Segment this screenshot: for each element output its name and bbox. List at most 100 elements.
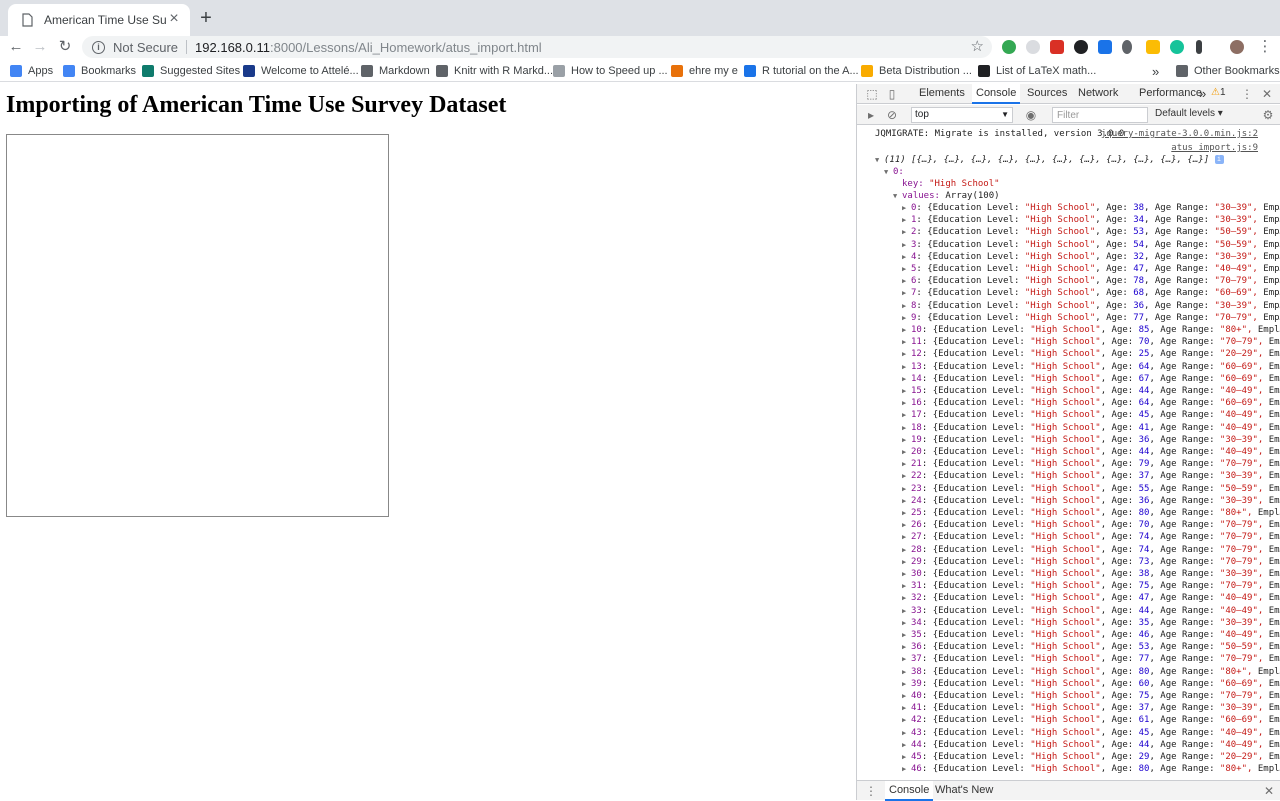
- expand-triangle-icon[interactable]: ▶: [902, 617, 911, 629]
- bookmark-star-icon[interactable]: ☆: [971, 36, 984, 58]
- bookmark-r-tutorial[interactable]: R tutorial on the A...: [744, 63, 859, 79]
- bookmark-ehre[interactable]: ehre my e: [671, 63, 738, 79]
- expand-triangle-icon[interactable]: ▶: [902, 727, 911, 739]
- expand-triangle-icon[interactable]: ▶: [902, 678, 911, 690]
- expand-triangle-icon[interactable]: ▶: [902, 287, 911, 299]
- expand-triangle-icon[interactable]: ▶: [902, 702, 911, 714]
- array-element-row[interactable]: ▶ 38: {Education Level: "High School", Ag…: [857, 666, 1280, 678]
- forward-button[interactable]: →: [30, 36, 50, 58]
- array-summary-row[interactable]: ▼ (11) [{…}, {…}, {…}, {…}, {…}, {…}, {…}…: [857, 154, 1280, 166]
- expand-triangle-icon[interactable]: ▶: [902, 592, 911, 604]
- expand-triangle-icon[interactable]: ▶: [902, 348, 911, 360]
- expand-triangle-icon[interactable]: ▶: [902, 239, 911, 251]
- profile-avatar[interactable]: [1230, 40, 1244, 54]
- array-element-row[interactable]: ▶ 24: {Education Level: "High School", Ag…: [857, 495, 1280, 507]
- sidebar-toggle-icon[interactable]: ▸: [864, 108, 878, 122]
- info-icon[interactable]: i: [1214, 155, 1224, 164]
- context-selector[interactable]: top ▼: [911, 107, 1013, 123]
- expand-triangle-icon[interactable]: ▶: [902, 507, 911, 519]
- array-element-row[interactable]: ▶ 32: {Education Level: "High School", Ag…: [857, 592, 1280, 604]
- drawer-tab-console[interactable]: Console: [885, 781, 934, 801]
- property-row[interactable]: ▼ values: Array(100): [857, 190, 1280, 202]
- array-element-row[interactable]: ▶ 22: {Education Level: "High School", Ag…: [857, 470, 1280, 482]
- expand-triangle-icon[interactable]: ▶: [902, 300, 911, 312]
- array-element-row[interactable]: ▶ 20: {Education Level: "High School", Ag…: [857, 446, 1280, 458]
- array-element-row[interactable]: ▶ 16: {Education Level: "High School", Ag…: [857, 397, 1280, 409]
- tab-performance[interactable]: Performance: [1139, 84, 1202, 104]
- extension-icon[interactable]: [1196, 40, 1202, 54]
- array-element-row[interactable]: ▶ 2: {Education Level: "High School", Age…: [857, 226, 1280, 238]
- bookmark-beta-distribution[interactable]: Beta Distribution ...: [861, 63, 972, 79]
- expand-triangle-icon[interactable]: ▶: [902, 568, 911, 580]
- expand-triangle-icon[interactable]: ▶: [902, 385, 911, 397]
- dropbox-icon[interactable]: [1098, 40, 1112, 54]
- expand-triangle-icon[interactable]: ▼: [893, 190, 902, 202]
- bookmark-markdown[interactable]: Markdown: [361, 63, 430, 79]
- expand-triangle-icon[interactable]: ▶: [902, 495, 911, 507]
- array-element-row[interactable]: ▶ 28: {Education Level: "High School", Ag…: [857, 544, 1280, 556]
- bookmark-attele[interactable]: Welcome to Attelé...: [243, 63, 359, 79]
- bookmark-latex-math[interactable]: List of LaTeX math...: [978, 63, 1096, 79]
- console-filter-input[interactable]: [1052, 107, 1148, 123]
- expand-triangle-icon[interactable]: ▶: [902, 397, 911, 409]
- address-bar[interactable]: i Not Secure 192.168.0.11:8000/Lessons/A…: [82, 36, 992, 58]
- expand-triangle-icon[interactable]: ▶: [902, 739, 911, 751]
- array-index-row[interactable]: ▼ 0:: [857, 166, 1280, 178]
- array-element-row[interactable]: ▶ 39: {Education Level: "High School", Ag…: [857, 678, 1280, 690]
- expand-triangle-icon[interactable]: ▶: [902, 751, 911, 763]
- expand-triangle-icon[interactable]: ▶: [902, 580, 911, 592]
- reload-button[interactable]: ↻: [55, 36, 75, 58]
- array-element-row[interactable]: ▶ 18: {Education Level: "High School", Ag…: [857, 422, 1280, 434]
- array-element-row[interactable]: ▶ 4: {Education Level: "High School", Age…: [857, 251, 1280, 263]
- array-element-row[interactable]: ▶ 30: {Education Level: "High School", Ag…: [857, 568, 1280, 580]
- expand-triangle-icon[interactable]: ▶: [902, 275, 911, 287]
- tab-sources[interactable]: Sources: [1027, 84, 1067, 104]
- inspect-element-icon[interactable]: ⬚: [865, 87, 879, 101]
- extension-icon[interactable]: [1074, 40, 1088, 54]
- more-tabs-button[interactable]: »: [1199, 84, 1206, 104]
- array-element-row[interactable]: ▶ 41: {Education Level: "High School", Ag…: [857, 702, 1280, 714]
- expand-triangle-icon[interactable]: ▶: [902, 470, 911, 482]
- array-element-row[interactable]: ▶ 42: {Education Level: "High School", Ag…: [857, 714, 1280, 726]
- expand-triangle-icon[interactable]: ▶: [902, 531, 911, 543]
- array-element-row[interactable]: ▶ 33: {Education Level: "High School", Ag…: [857, 605, 1280, 617]
- array-element-row[interactable]: ▶ 13: {Education Level: "High School", Ag…: [857, 361, 1280, 373]
- bookmark-knitr[interactable]: Knitr with R Markd...: [436, 63, 553, 79]
- close-devtools-icon[interactable]: ✕: [1260, 87, 1274, 101]
- expand-triangle-icon[interactable]: ▶: [902, 690, 911, 702]
- clear-console-icon[interactable]: ⊘: [885, 108, 899, 122]
- expand-triangle-icon[interactable]: ▶: [902, 653, 911, 665]
- array-element-row[interactable]: ▶ 36: {Education Level: "High School", Ag…: [857, 641, 1280, 653]
- array-element-row[interactable]: ▶ 6: {Education Level: "High School", Age…: [857, 275, 1280, 287]
- source-link[interactable]: jquery-migrate-3.0.0.min.js:2: [1101, 128, 1258, 140]
- array-element-row[interactable]: ▶ 29: {Education Level: "High School", Ag…: [857, 556, 1280, 568]
- array-element-row[interactable]: ▶ 3: {Education Level: "High School", Age…: [857, 239, 1280, 251]
- expand-triangle-icon[interactable]: ▶: [902, 641, 911, 653]
- array-element-row[interactable]: ▶ 35: {Education Level: "High School", Ag…: [857, 629, 1280, 641]
- expand-triangle-icon[interactable]: ▶: [902, 434, 911, 446]
- array-element-row[interactable]: ▶ 31: {Education Level: "High School", Ag…: [857, 580, 1280, 592]
- expand-triangle-icon[interactable]: ▶: [902, 226, 911, 238]
- array-element-row[interactable]: ▶ 43: {Education Level: "High School", Ag…: [857, 727, 1280, 739]
- array-element-row[interactable]: ▶ 45: {Education Level: "High School", Ag…: [857, 751, 1280, 763]
- array-element-row[interactable]: ▶ 14: {Education Level: "High School", Ag…: [857, 373, 1280, 385]
- bookmark-speed-up[interactable]: How to Speed up ...: [553, 63, 668, 79]
- expand-triangle-icon[interactable]: ▶: [902, 361, 911, 373]
- array-element-row[interactable]: ▶ 9: {Education Level: "High School", Age…: [857, 312, 1280, 324]
- array-element-row[interactable]: ▶ 5: {Education Level: "High School", Age…: [857, 263, 1280, 275]
- extension-icon[interactable]: [1050, 40, 1064, 54]
- array-element-row[interactable]: ▶ 1: {Education Level: "High School", Age…: [857, 214, 1280, 226]
- info-icon[interactable]: i: [92, 40, 105, 54]
- new-tab-button[interactable]: +: [196, 8, 216, 28]
- array-element-row[interactable]: ▶ 26: {Education Level: "High School", Ag…: [857, 519, 1280, 531]
- tab-network[interactable]: Network: [1078, 84, 1118, 104]
- warning-counter[interactable]: ⚠1: [1211, 87, 1226, 98]
- tab-console[interactable]: Console: [972, 84, 1021, 104]
- back-button[interactable]: ←: [6, 36, 26, 58]
- array-element-row[interactable]: ▶ 15: {Education Level: "High School", Ag…: [857, 385, 1280, 397]
- log-levels-dropdown[interactable]: Default levels ▾: [1155, 108, 1223, 119]
- devtools-menu-icon[interactable]: ⋮: [1240, 87, 1254, 101]
- expand-triangle-icon[interactable]: ▶: [902, 458, 911, 470]
- expand-triangle-icon[interactable]: ▶: [902, 714, 911, 726]
- source-link[interactable]: atus_import.js:9: [1171, 142, 1258, 154]
